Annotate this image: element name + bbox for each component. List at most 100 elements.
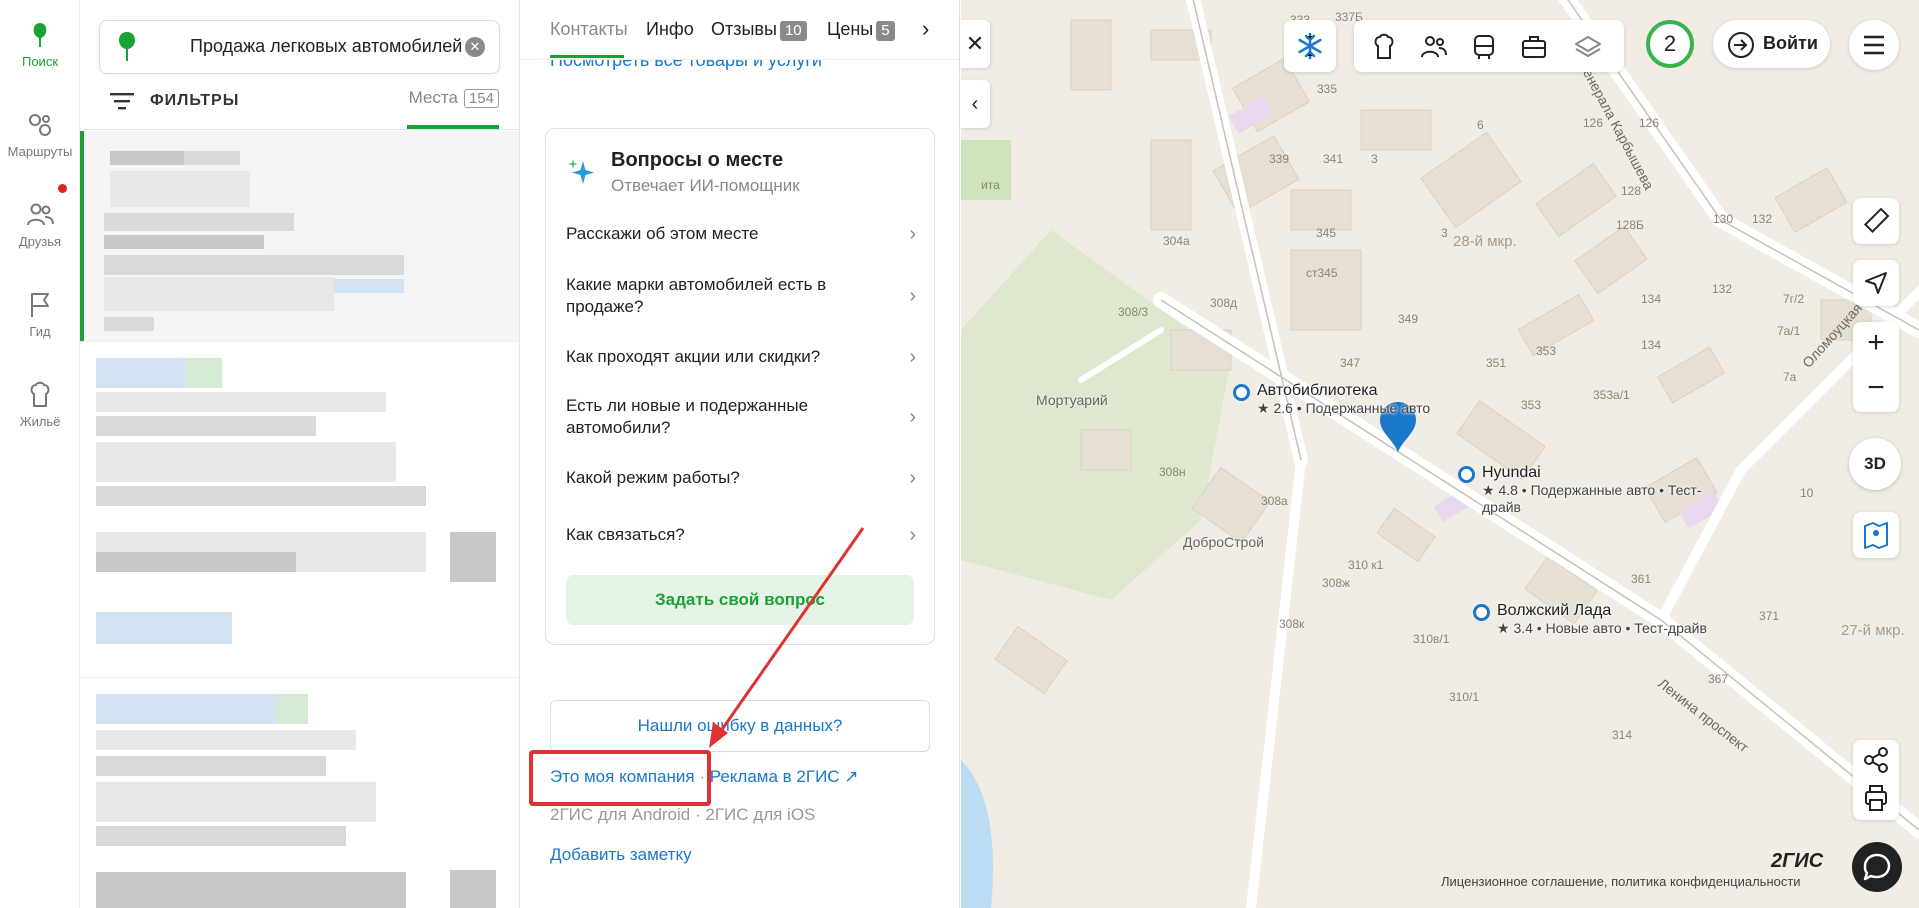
qa-title: Вопросы о месте: [611, 149, 784, 171]
report-error-button[interactable]: Нашли ошибку в данных?: [550, 700, 930, 752]
saved-places-button[interactable]: [1853, 512, 1899, 558]
navigation-arrow-icon: [1865, 272, 1887, 294]
house-number-label: 367: [1708, 672, 1729, 686]
qa-question[interactable]: Какой режим работы? ›: [566, 467, 916, 489]
toggle-3d-button[interactable]: 3D: [1849, 438, 1901, 490]
results-panel: Продажа легковых автомобилей ✕ ФИЛЬТРЫ М…: [80, 0, 520, 908]
house-number-label: 3: [1371, 152, 1378, 166]
close-panel-button[interactable]: ✕: [960, 20, 990, 68]
rail-item-guide[interactable]: Гид: [0, 290, 80, 339]
map-poi[interactable]: Hyundai ★ 4.8 • Подержанные авто • Тест-…: [1458, 464, 1702, 515]
zoom-controls: + −: [1853, 322, 1899, 412]
briefcase-icon[interactable]: [1520, 33, 1548, 61]
zoom-out-button[interactable]: −: [1853, 367, 1899, 412]
detail-tabs: Контакты Инфо Отзывы 10 Цены 5 ›: [520, 0, 959, 60]
qa-question-text: Есть ли новые и подержанные автомобили?: [566, 396, 809, 437]
tab-badge: 5: [876, 21, 895, 41]
housing-icon: [30, 381, 50, 407]
login-icon: [1728, 32, 1754, 58]
rail-item-housing[interactable]: Жильё: [0, 380, 80, 429]
tab-info[interactable]: Инфо: [646, 19, 694, 40]
qa-question[interactable]: Как связаться? ›: [566, 524, 916, 546]
qa-question-text: Как связаться?: [566, 525, 685, 544]
result-card-selected[interactable]: [80, 131, 519, 341]
share-icon[interactable]: [1853, 740, 1899, 780]
chevron-right-icon[interactable]: ›: [922, 16, 929, 42]
rail-label: Маршруты: [7, 144, 73, 159]
android-link[interactable]: 2ГИС для Android: [550, 805, 690, 824]
poi-name: Волжский Лада: [1497, 602, 1612, 619]
house-number-label: 347: [1340, 356, 1361, 370]
house-number-label: 345: [1316, 226, 1337, 240]
rail-item-search[interactable]: Поиск: [0, 20, 80, 69]
license-link[interactable]: Лицензионное соглашение, политика конфид…: [1441, 874, 1801, 889]
house-number-label: 130: [1713, 212, 1734, 226]
qa-question[interactable]: Как проходят акции или скидки? ›: [566, 346, 916, 368]
add-note-link[interactable]: Добавить заметку: [550, 845, 692, 865]
menu-button[interactable]: [1849, 20, 1899, 70]
collapse-panel-button[interactable]: ‹: [960, 80, 990, 128]
house-number-label: 3: [1441, 226, 1448, 240]
map-poi[interactable]: Автобиблиотека ★ 2.6 • Подержанные авто: [1233, 382, 1431, 417]
tab-reviews[interactable]: Отзывы 10: [711, 19, 807, 41]
layers-icon[interactable]: [1574, 33, 1602, 61]
house-number-label: 310 к1: [1348, 558, 1384, 572]
tab-places[interactable]: Места 154: [409, 88, 499, 108]
friends-icon: [27, 203, 54, 226]
brand-logo: 2ГИС: [1771, 850, 1824, 872]
map[interactable]: 333 337Б 335 339 341 3 345 ст345 347 349…: [961, 0, 1919, 908]
house-number-label: 353: [1521, 398, 1542, 412]
poi-meta: ★ 4.8 • Подержанные авто • Тест-: [1482, 482, 1702, 498]
friends-icon[interactable]: [1420, 33, 1448, 61]
house-number-label: 353: [1536, 344, 1557, 358]
tab-label: Контакты: [550, 19, 628, 39]
ads-link[interactable]: Реклама в 2ГИС ↗: [710, 767, 859, 786]
login-button[interactable]: Войти: [1713, 20, 1830, 68]
map-poi[interactable]: Волжский Лада ★ 3.4 • Новые авто • Тест-…: [1473, 602, 1707, 637]
ruler-button[interactable]: [1853, 198, 1899, 244]
notification-counter[interactable]: 2: [1646, 20, 1694, 68]
house-number-label: 310в/1: [1413, 632, 1450, 646]
house-number-label: 308ж: [1322, 576, 1351, 590]
ask-question-button[interactable]: Задать свой вопрос: [566, 575, 914, 625]
search-input[interactable]: Продажа легковых автомобилей ✕: [99, 20, 500, 74]
weather-layer-button[interactable]: [1284, 20, 1336, 72]
qa-question-text: Как проходят акции или скидки?: [566, 347, 821, 366]
housing-icon[interactable]: [1370, 33, 1398, 61]
poi-name: Автобиблиотека: [1257, 382, 1378, 399]
flag-icon: [31, 293, 49, 317]
poi-label[interactable]: Мортуарий: [1036, 392, 1108, 408]
places-label: Места: [408, 88, 458, 107]
house-number-label: 126: [1583, 116, 1604, 130]
chevron-right-icon: ›: [909, 223, 916, 245]
poi-marker: [1473, 604, 1490, 621]
bus-icon[interactable]: [1470, 33, 1498, 61]
rail-item-routes[interactable]: Маршруты: [0, 110, 80, 159]
qa-question[interactable]: Есть ли новые и подержанные автомобили? ›: [566, 395, 916, 439]
print-icon[interactable]: [1853, 780, 1899, 820]
poi-label[interactable]: ДоброСтрой: [1183, 534, 1264, 550]
tab-contacts[interactable]: Контакты: [550, 19, 628, 40]
filter-icon: [110, 93, 134, 110]
house-number-label: 134: [1641, 338, 1662, 352]
tab-prices[interactable]: Цены 5: [827, 19, 895, 41]
house-number-label: 351: [1486, 356, 1507, 370]
ios-link[interactable]: 2ГИС для iOS: [705, 805, 815, 824]
qa-question[interactable]: Какие марки автомобилей есть в продаже? ›: [566, 274, 916, 318]
house-number-label: 128Б: [1616, 218, 1644, 232]
house-number-label: 371: [1759, 609, 1780, 623]
chat-button[interactable]: [1852, 842, 1902, 892]
poi-meta: ★ 2.6 • Подержанные авто: [1257, 400, 1431, 416]
house-number-label: 353а/1: [1593, 388, 1630, 402]
zoom-in-button[interactable]: +: [1853, 322, 1899, 367]
divider: [80, 341, 519, 342]
house-number-label: 10: [1800, 486, 1814, 500]
chevron-right-icon: ›: [909, 346, 916, 368]
filters-button[interactable]: ФИЛЬТРЫ: [110, 86, 239, 116]
clear-icon[interactable]: ✕: [465, 37, 485, 57]
qa-question[interactable]: Расскажи об этом месте ›: [566, 223, 916, 245]
annotation-highlight: [529, 750, 711, 806]
separator-dot: ·: [694, 805, 701, 824]
my-location-button[interactable]: [1853, 260, 1899, 306]
rail-item-friends[interactable]: Друзья: [0, 200, 80, 249]
